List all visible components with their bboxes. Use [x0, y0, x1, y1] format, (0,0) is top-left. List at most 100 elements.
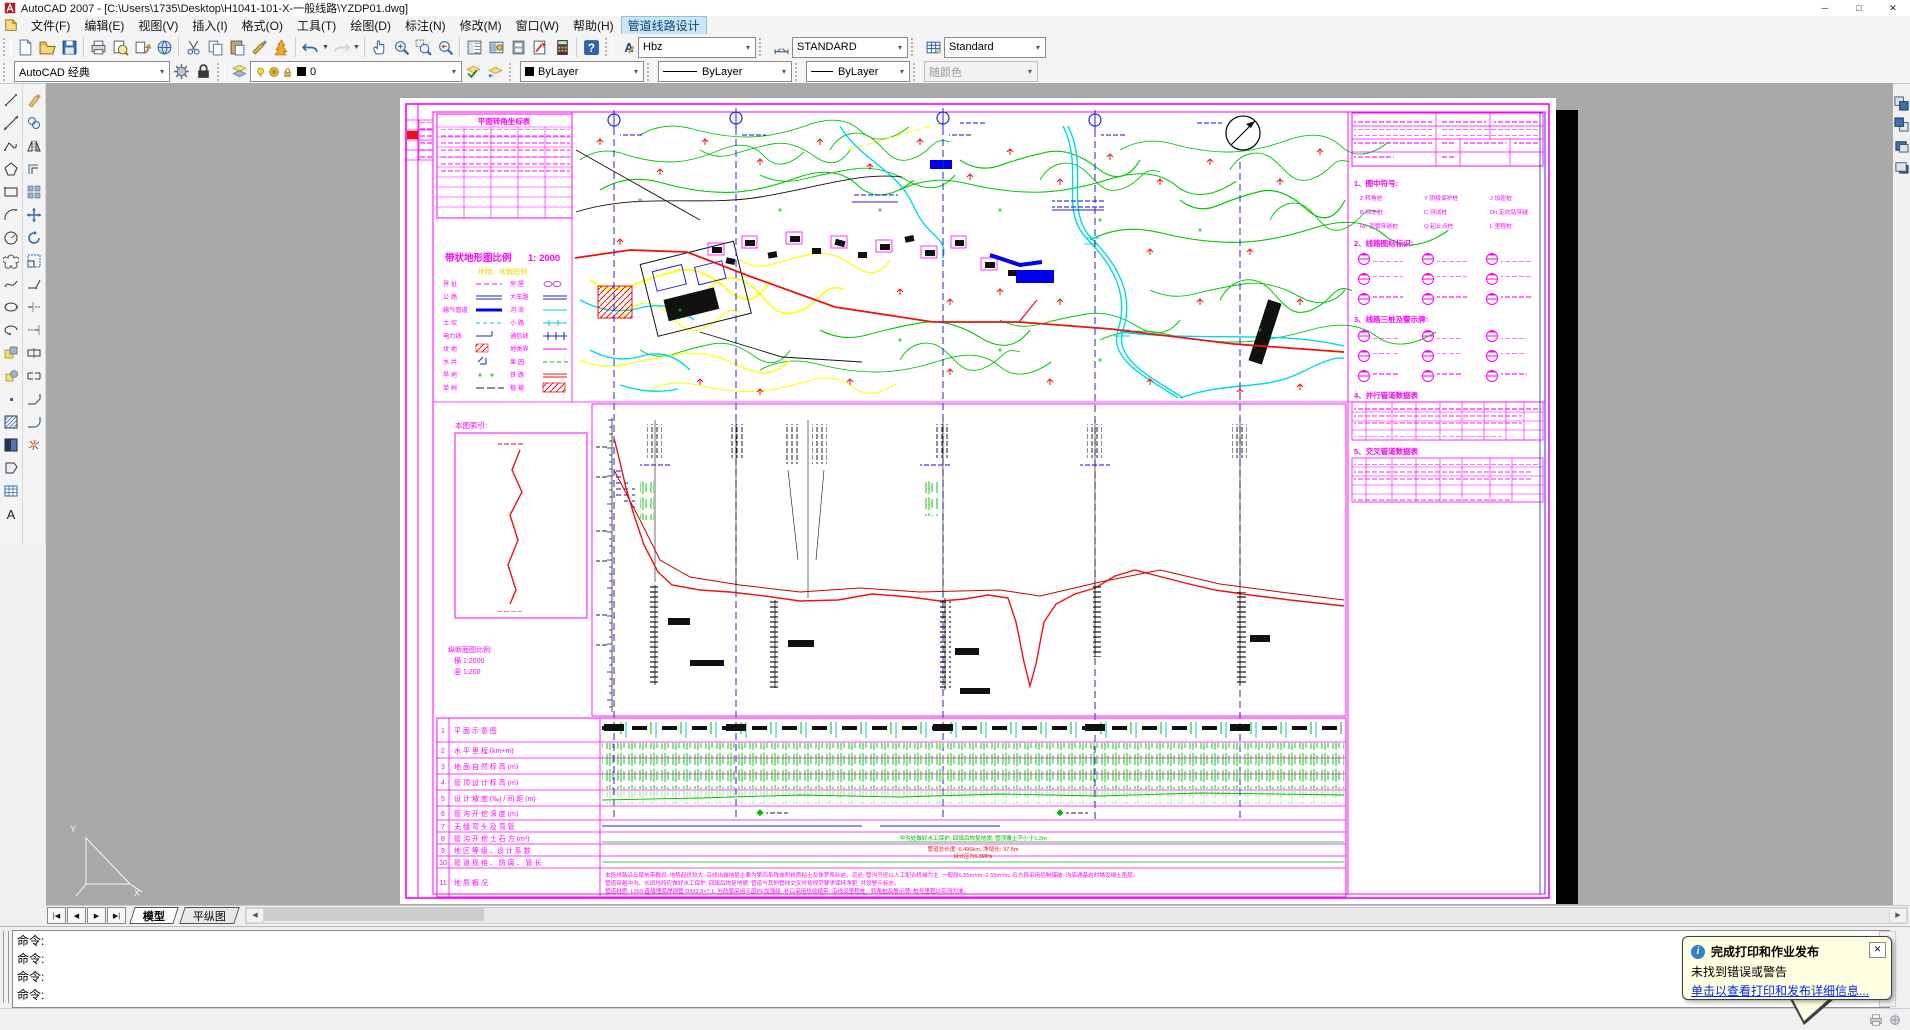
scroll-right-arrow[interactable]: ▶: [1889, 908, 1907, 923]
command-window-grip[interactable]: [3, 931, 9, 1003]
open-button[interactable]: [36, 36, 58, 58]
copy-button[interactable]: [204, 36, 226, 58]
menu-pipeline-design[interactable]: 管道线路设计: [621, 16, 707, 35]
undo-dropdown[interactable]: ▼: [321, 36, 330, 58]
maximize-button[interactable]: □: [1842, 0, 1876, 16]
new-button[interactable]: [14, 36, 36, 58]
zoom-previous-button[interactable]: [434, 36, 456, 58]
communication-center-icon[interactable]: [1888, 1013, 1902, 1027]
insert-block-button[interactable]: [1, 341, 22, 364]
menu-tools[interactable]: 工具(T): [290, 16, 343, 35]
workspace-settings-button[interactable]: [170, 61, 192, 83]
tab-model[interactable]: 模型: [129, 907, 179, 924]
color-combo[interactable]: ByLayer▾: [520, 61, 644, 82]
help-button[interactable]: ?: [580, 36, 602, 58]
mirror-button[interactable]: [24, 134, 45, 157]
ellipse-arc-button[interactable]: [1, 318, 22, 341]
markup-set-manager-button[interactable]: [529, 36, 551, 58]
tab-layout-pingzongtu[interactable]: 平纵图: [179, 907, 240, 924]
menu-dimension[interactable]: 标注(N): [398, 16, 453, 35]
plot-tray-icon[interactable]: [1869, 1013, 1883, 1027]
workspace-lock-button[interactable]: [192, 61, 214, 83]
layer-previous-button[interactable]: [484, 61, 506, 83]
region-button[interactable]: [1, 456, 22, 479]
toolbar-grip[interactable]: [3, 63, 11, 81]
menu-window[interactable]: 窗口(W): [509, 16, 566, 35]
make-block-button[interactable]: [1, 364, 22, 387]
zoom-window-button[interactable]: [412, 36, 434, 58]
dim-style-combo[interactable]: STANDARD▾: [792, 37, 908, 58]
notification-details-link[interactable]: 单击以查看打印和发布详细信息...: [1691, 982, 1883, 999]
scale-button[interactable]: [24, 249, 45, 272]
tab-nav-first[interactable]: |◀: [47, 907, 66, 924]
construction-line-button[interactable]: [1, 111, 22, 134]
close-button[interactable]: ✕: [1876, 0, 1910, 16]
toolbar-grip[interactable]: [911, 38, 919, 56]
multiline-text-button[interactable]: A: [1, 502, 22, 525]
notification-close-button[interactable]: ✕: [1869, 942, 1886, 958]
save-button[interactable]: [58, 36, 80, 58]
properties-button[interactable]: [463, 36, 485, 58]
extend-button[interactable]: [24, 318, 45, 341]
designcenter-button[interactable]: [485, 36, 507, 58]
line-button[interactable]: [1, 88, 22, 111]
polyline-button[interactable]: [1, 134, 22, 157]
block-editor-button[interactable]: [270, 36, 292, 58]
layer-properties-button[interactable]: [228, 61, 250, 83]
trim-button[interactable]: [24, 295, 45, 318]
match-properties-button[interactable]: [248, 36, 270, 58]
command-input[interactable]: 命令:: [12, 985, 1890, 1008]
toolbar-grip[interactable]: [759, 38, 767, 56]
drawing-area[interactable]: Y X 平面转角坐标表 带状地形图比例: [46, 83, 1893, 905]
tab-nav-next[interactable]: ▶: [87, 907, 106, 924]
stretch-button[interactable]: [24, 272, 45, 295]
toolbar-grip[interactable]: [3, 38, 11, 56]
menu-view[interactable]: 视图(V): [131, 16, 185, 35]
chamfer-button[interactable]: [24, 387, 45, 410]
plot-preview-button[interactable]: [109, 36, 131, 58]
command-history[interactable]: 命令: 命令: 命令:: [12, 930, 1890, 989]
scrollbar-thumb[interactable]: [264, 908, 484, 921]
toolbar-grip[interactable]: [795, 63, 803, 81]
hatch-button[interactable]: [1, 410, 22, 433]
etransmit-button[interactable]: [153, 36, 175, 58]
menu-format[interactable]: 格式(O): [235, 16, 290, 35]
undo-button[interactable]: [299, 36, 321, 58]
quickcalc-button[interactable]: [551, 36, 573, 58]
rectangle-button[interactable]: [1, 180, 22, 203]
break-at-point-button[interactable]: [24, 341, 45, 364]
array-button[interactable]: [24, 180, 45, 203]
linetype-combo[interactable]: ByLayer▾: [658, 61, 792, 82]
redo-dropdown[interactable]: ▼: [352, 36, 361, 58]
menu-draw[interactable]: 绘图(D): [343, 16, 398, 35]
arc-button[interactable]: [1, 203, 22, 226]
table-style-combo[interactable]: Standard▾: [944, 37, 1046, 58]
horizontal-scrollbar[interactable]: ◀ ▶: [245, 907, 1908, 924]
break-button[interactable]: [24, 364, 45, 387]
lineweight-combo[interactable]: ByLayer▾: [806, 61, 910, 82]
toolbar-grip[interactable]: [509, 63, 517, 81]
menu-file[interactable]: 文件(F): [24, 16, 77, 35]
scroll-left-arrow[interactable]: ◀: [246, 908, 264, 923]
menu-modify[interactable]: 修改(M): [453, 16, 509, 35]
pan-button[interactable]: [368, 36, 390, 58]
text-style-combo[interactable]: Hbz▾: [638, 37, 756, 58]
revision-cloud-button[interactable]: [1, 249, 22, 272]
minimize-button[interactable]: ─: [1808, 0, 1842, 16]
spline-button[interactable]: [1, 272, 22, 295]
table-button[interactable]: [1, 479, 22, 502]
copy-object-button[interactable]: [24, 111, 45, 134]
plot-button[interactable]: [87, 36, 109, 58]
send-under-objects-button[interactable]: [1894, 159, 1909, 174]
ellipse-button[interactable]: [1, 295, 22, 318]
redo-button[interactable]: [330, 36, 352, 58]
zoom-realtime-button[interactable]: [390, 36, 412, 58]
toolbar-grip[interactable]: [647, 63, 655, 81]
toolbar-grip[interactable]: [913, 63, 921, 81]
paste-button[interactable]: [226, 36, 248, 58]
fillet-button[interactable]: [24, 410, 45, 433]
tool-palettes-button[interactable]: [507, 36, 529, 58]
workspace-combo[interactable]: AutoCAD 经典▾: [14, 61, 170, 82]
plot-style-combo[interactable]: 随颜色▾: [924, 61, 1038, 82]
circle-button[interactable]: [1, 226, 22, 249]
